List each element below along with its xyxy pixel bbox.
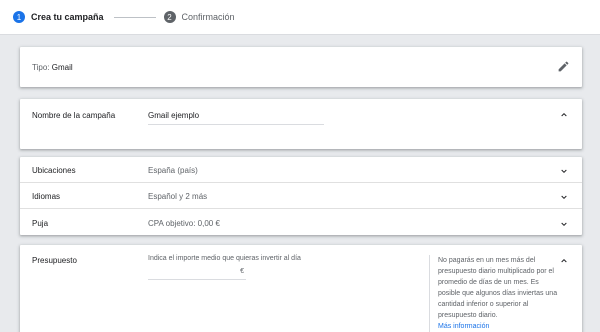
locations-label: Ubicaciones — [32, 166, 76, 175]
budget-label: Presupuesto — [32, 256, 77, 265]
bidding-value: CPA objetivo: 0,00 € — [148, 219, 220, 228]
divider — [20, 208, 582, 209]
more-info-link[interactable]: Más información — [438, 321, 559, 332]
step-2-label: Confirmación — [181, 12, 235, 22]
chevron-up-icon[interactable] — [560, 111, 568, 119]
campaign-type-prefix: Tipo: — [32, 63, 50, 72]
divider — [20, 182, 582, 183]
campaign-type: Tipo: Gmail — [32, 63, 73, 72]
languages-value: Español y 2 más — [148, 192, 208, 201]
campaign-stepper: 1 Crea tu campaña 2 Confirmación — [0, 0, 600, 35]
stepper-connector — [113, 16, 156, 18]
budget-input[interactable]: € — [148, 266, 246, 280]
settings-card: Ubicaciones España (país) Idiomas Españo… — [20, 157, 582, 235]
step-1-label: Crea tu campaña — [31, 12, 104, 22]
campaign-name-input[interactable]: Gmail ejemplo — [148, 109, 324, 125]
pencil-icon[interactable] — [557, 60, 570, 73]
budget-info-text: No pagarás en un mes más del presupuesto… — [438, 257, 558, 319]
campaign-type-card: Tipo: Gmail — [20, 47, 582, 87]
budget-info-panel: No pagarás en un mes más del presupuesto… — [429, 255, 559, 332]
chevron-down-icon[interactable] — [560, 193, 568, 201]
chevron-up-icon[interactable] — [560, 257, 568, 265]
bidding-label: Puja — [32, 219, 49, 228]
budget-card: Presupuesto Indica el importe medio que … — [20, 245, 582, 332]
locations-value: España (país) — [148, 166, 198, 175]
step-create-campaign[interactable]: 1 Crea tu campaña — [13, 11, 104, 23]
step-1-number: 1 — [13, 11, 25, 23]
chevron-down-icon[interactable] — [560, 167, 568, 175]
languages-label: Idiomas — [32, 192, 61, 201]
campaign-name-label: Nombre de la campaña — [32, 111, 116, 120]
budget-hint: Indica el importe medio que quieras inve… — [148, 255, 301, 262]
chevron-down-icon[interactable] — [560, 220, 568, 228]
campaign-type-value: Gmail — [51, 63, 73, 72]
step-2-number: 2 — [163, 11, 176, 23]
step-confirmation[interactable]: 2 Confirmación — [163, 11, 235, 23]
campaign-name-card: Nombre de la campaña Gmail ejemplo — [20, 99, 582, 149]
